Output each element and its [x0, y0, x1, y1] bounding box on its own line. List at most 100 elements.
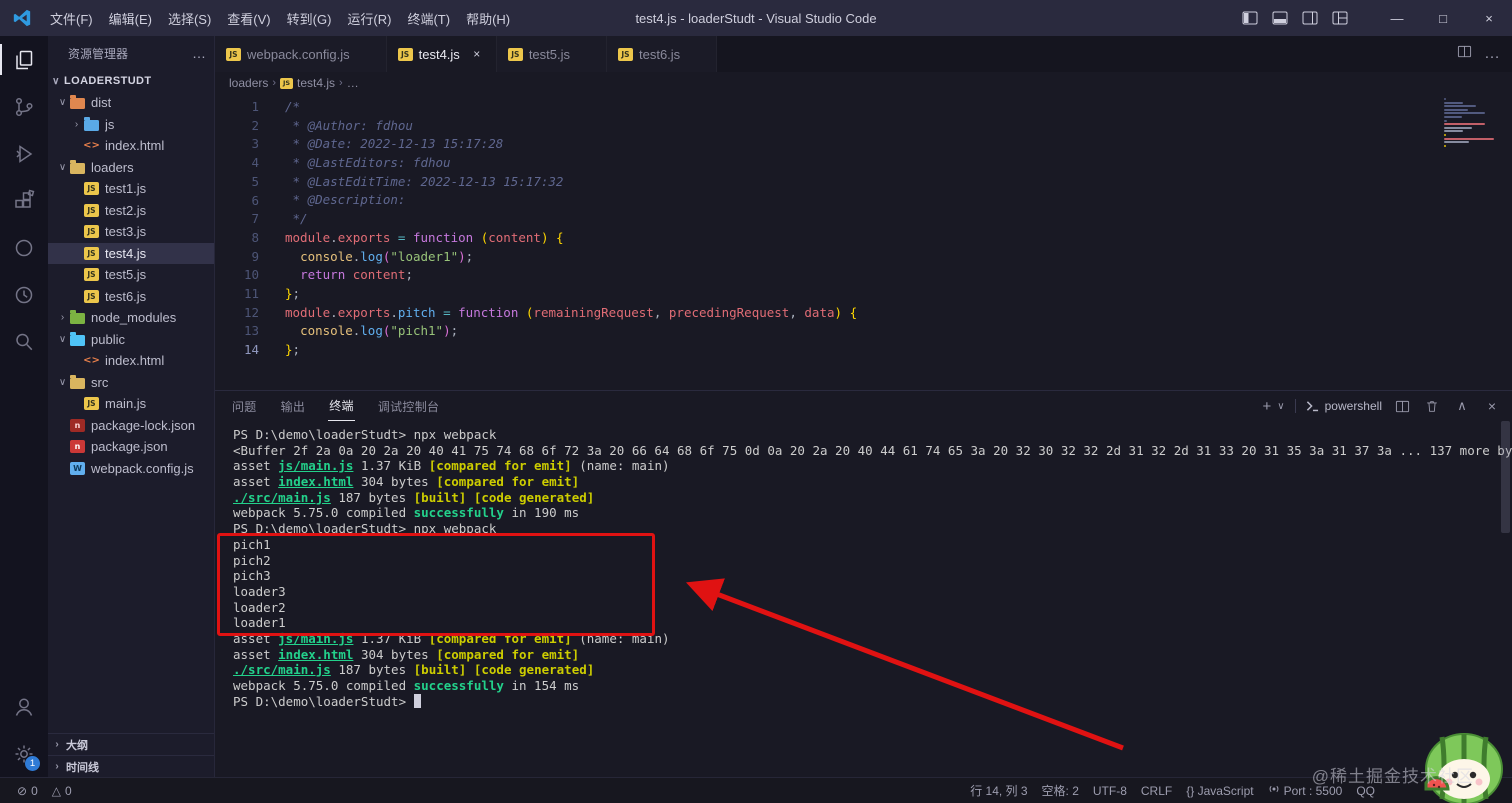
- close-tab-icon[interactable]: ×: [468, 45, 486, 63]
- split-editor-icon[interactable]: [1457, 44, 1472, 64]
- account-icon[interactable]: [0, 683, 48, 730]
- code-line: return content;: [300, 267, 413, 283]
- run-debug-icon[interactable]: [0, 130, 48, 177]
- search-icon[interactable]: [0, 318, 48, 365]
- extensions-icon[interactable]: [0, 177, 48, 224]
- tree-item-webpack.config.js[interactable]: Wwebpack.config.js: [48, 458, 214, 480]
- tree-item-label: test4.js: [105, 245, 147, 261]
- breadcrumb-item-1[interactable]: JS test4.js: [280, 76, 335, 90]
- tree-item-loaders[interactable]: ∨ loaders: [48, 157, 214, 179]
- tree-item-index.html[interactable]: <> index.html: [48, 350, 214, 372]
- status-item-3[interactable]: CRLF: [1134, 778, 1179, 803]
- tree-item-test3.js[interactable]: JS test3.js: [48, 221, 214, 243]
- tab-webpack.config.js[interactable]: JSwebpack.config.js×: [215, 36, 387, 72]
- explorer-icon[interactable]: [0, 36, 48, 83]
- panel-tab-问题[interactable]: 问题: [231, 392, 258, 421]
- tree-item-package.json[interactable]: n package.json: [48, 436, 214, 458]
- menu-item-5[interactable]: 运行(R): [339, 5, 399, 32]
- file-tree: ∨ dist › js <> index.html ∨ loaders JS test1.js JS…: [48, 92, 214, 479]
- tab-test4.js[interactable]: JS test4.js ×: [386, 36, 497, 72]
- tree-item-label: test5.js: [105, 267, 147, 283]
- terminal[interactable]: PS D:\demo\loaderStudt> npx webpack <Buff…: [215, 421, 1512, 777]
- toggle-sidebar-icon[interactable]: [1242, 11, 1258, 25]
- window-controls: — □ ×: [1242, 0, 1512, 36]
- menu-item-4[interactable]: 转到(G): [279, 5, 340, 32]
- close-button[interactable]: ×: [1466, 0, 1512, 36]
- menu-item-6[interactable]: 终端(T): [399, 5, 458, 32]
- tree-item-test5.js[interactable]: JS test5.js: [48, 264, 214, 286]
- gutter: 1 2 3 4 5 6 7 8 9 10 11 12 13 14: [215, 94, 259, 390]
- tree-item-test4.js[interactable]: JS test4.js: [48, 242, 214, 264]
- vscode-logo: [13, 9, 31, 27]
- menu-item-0[interactable]: 文件(F): [42, 5, 101, 32]
- status-item-0[interactable]: 行 14, 列 3: [963, 778, 1034, 803]
- tree-item-dist[interactable]: ∨ dist: [48, 92, 214, 114]
- tree-item-label: index.html: [105, 138, 165, 154]
- terminal-line: asset js/main.js 1.37 KiB [compared for …: [233, 458, 670, 474]
- terminal-scrollbar[interactable]: [1501, 421, 1510, 533]
- status-warning[interactable]: △ 0: [45, 778, 79, 803]
- code-line: * @Date: 2022-12-13 15:17:28: [285, 136, 504, 152]
- panel-tab-输出[interactable]: 输出: [280, 392, 307, 421]
- tab-test5.js[interactable]: JStest5.js×: [496, 36, 607, 72]
- toggle-secondary-sidebar-icon[interactable]: [1302, 11, 1318, 25]
- tree-item-main.js[interactable]: JS main.js: [48, 393, 214, 415]
- menu-item-3[interactable]: 查看(V): [219, 5, 278, 32]
- title-bar: 文件(F) 编辑(E) 选择(S) 查看(V) 转到(G) 运行(R) 终端(T) 帮助(H)…: [0, 0, 1512, 36]
- line-number: 6: [251, 192, 259, 208]
- menu-bar: 文件(F) 编辑(E) 选择(S) 查看(V) 转到(G) 运行(R) 终端(T) 帮助(H): [42, 5, 518, 32]
- new-terminal-button[interactable]: + ∨: [1263, 398, 1285, 415]
- menu-item-2[interactable]: 选择(S): [160, 5, 219, 32]
- panel-tab-终端[interactable]: 终端: [328, 391, 355, 421]
- explorer-more-icon[interactable]: …: [192, 45, 206, 61]
- tree-item-test2.js[interactable]: JS test2.js: [48, 200, 214, 222]
- editor-more-icon[interactable]: …: [1484, 45, 1500, 63]
- status-label: 行 14, 列 3: [970, 784, 1028, 798]
- code-lines: /* * @Author: fdhou * @Date: 2022-12-13 …: [259, 94, 1512, 390]
- split-terminal-icon[interactable]: [1392, 396, 1412, 416]
- toggle-panel-icon[interactable]: [1272, 11, 1288, 25]
- panel-tab-调试控制台[interactable]: 调试控制台: [377, 392, 441, 421]
- sidebar-section-1[interactable]: › 时间线: [48, 755, 214, 777]
- status-error[interactable]: ⊘ 0: [10, 778, 45, 803]
- tree-item-js[interactable]: › js: [48, 114, 214, 136]
- tree-item-index.html[interactable]: <> index.html: [48, 135, 214, 157]
- maximize-button[interactable]: □: [1420, 0, 1466, 36]
- status-item-1[interactable]: 空格: 2: [1035, 778, 1086, 803]
- customize-layout-icon[interactable]: [1332, 11, 1348, 25]
- terminal-profile[interactable]: powershell: [1306, 399, 1382, 413]
- minimap-line: [1444, 144, 1447, 147]
- history-icon[interactable]: [0, 271, 48, 318]
- tree-item-src[interactable]: ∨ src: [48, 372, 214, 394]
- code-line: module.exports = function (content) {: [285, 229, 564, 245]
- tab-label: test4.js: [418, 46, 460, 62]
- tree-item-public[interactable]: ∨ public: [48, 329, 214, 351]
- breadcrumb-item-0[interactable]: loaders: [229, 76, 268, 90]
- tree-item-label: index.html: [105, 353, 165, 369]
- code-editor[interactable]: 1 2 3 4 5 6 7 8 9 10 11 12 13 14 /* * @Author: fdhou …: [215, 94, 1512, 390]
- menu-item-1[interactable]: 编辑(E): [101, 5, 160, 32]
- tree-item-package-lock.json[interactable]: n package-lock.json: [48, 415, 214, 437]
- sidebar-section-0[interactable]: › 大纲: [48, 733, 214, 755]
- minimap-line: [1444, 133, 1447, 136]
- folder-icon: [70, 310, 85, 325]
- project-section-header[interactable]: ∨ LOADERSTUDT: [48, 70, 214, 92]
- minimize-button[interactable]: —: [1374, 0, 1420, 36]
- status-item-2[interactable]: UTF-8: [1086, 778, 1134, 803]
- kill-terminal-icon[interactable]: [1422, 396, 1442, 416]
- status-item-4[interactable]: {} JavaScript: [1179, 778, 1260, 803]
- tree-item-test6.js[interactable]: JS test6.js: [48, 286, 214, 308]
- breadcrumb-item-2[interactable]: …: [347, 76, 359, 90]
- settings-icon[interactable]: 1: [0, 730, 48, 777]
- close-panel-icon[interactable]: ×: [1482, 396, 1502, 416]
- tree-item-node_modules[interactable]: › node_modules: [48, 307, 214, 329]
- source-control-icon[interactable]: [0, 83, 48, 130]
- menu-item-7[interactable]: 帮助(H): [458, 5, 518, 32]
- remote-icon[interactable]: [0, 224, 48, 271]
- maximize-panel-icon[interactable]: ∧: [1452, 396, 1472, 416]
- tree-item-test1.js[interactable]: JS test1.js: [48, 178, 214, 200]
- code-line: * @LastEditTime: 2022-12-13 15:17:32: [285, 173, 564, 189]
- tab-test6.js[interactable]: JStest6.js×: [607, 36, 718, 72]
- warning-icon: △: [51, 783, 61, 798]
- minimap[interactable]: [1444, 98, 1498, 150]
